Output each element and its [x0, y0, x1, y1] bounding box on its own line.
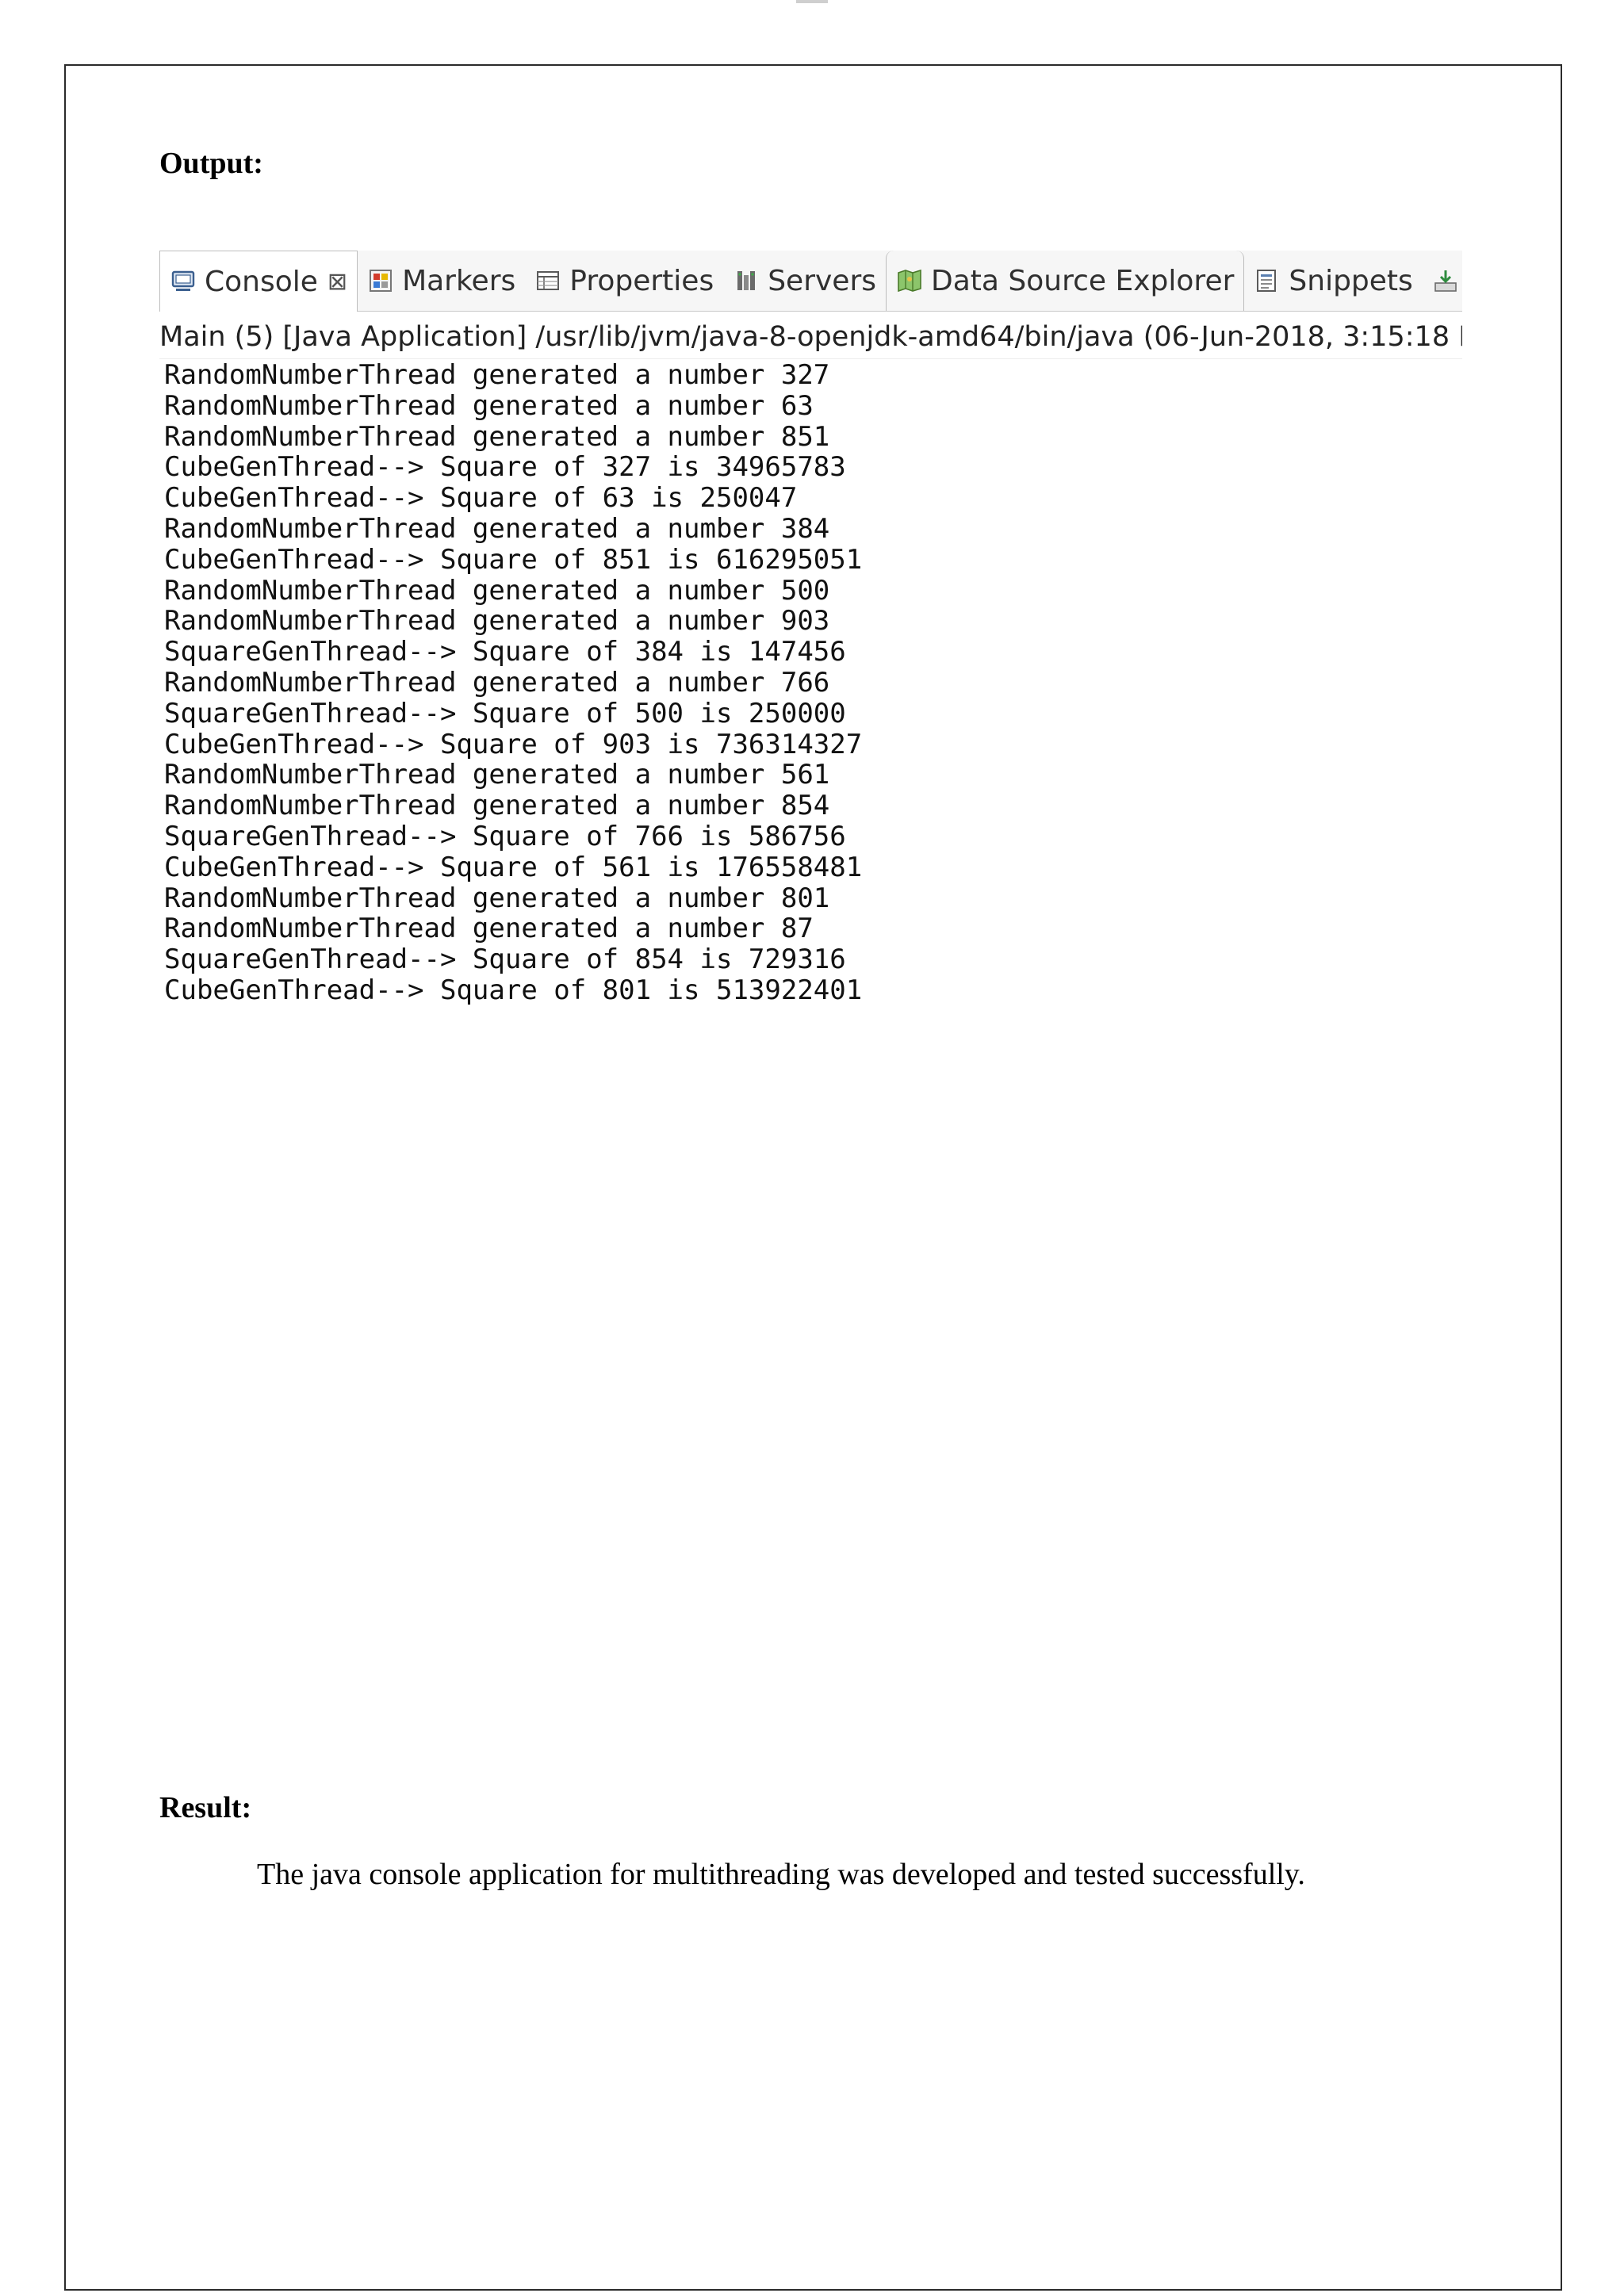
console-line: RandomNumberThread generated a number 32… [164, 359, 830, 391]
console-line: CubeGenThread--> Square of 801 is 513922… [164, 974, 863, 1006]
console-line: RandomNumberThread generated a number 50… [164, 574, 830, 607]
tab-data-source-explorer[interactable]: Data Source Explorer [886, 251, 1245, 311]
result-text: The java console application for multith… [257, 1858, 1305, 1891]
console-line: SquareGenThread--> Square of 854 is 7293… [164, 944, 846, 976]
console-line: RandomNumberThread generated a number 87 [164, 913, 814, 945]
console-icon [171, 270, 195, 291]
git-icon [1434, 270, 1457, 292]
console-line: CubeGenThread--> Square of 63 is 250047 [164, 482, 798, 515]
tab-markers[interactable]: Markers [358, 251, 525, 311]
tab-servers-label: Servers [768, 264, 877, 297]
console-line: CubeGenThread--> Square of 327 is 349657… [164, 451, 846, 484]
tab-properties[interactable]: Properties [525, 251, 723, 311]
snippets-icon [1257, 270, 1277, 292]
tab-properties-label: Properties [569, 264, 714, 297]
result-heading: Result: [159, 1791, 252, 1824]
tab-snippets[interactable]: Snippets [1244, 251, 1422, 311]
tab-data-source-explorer-label: Data Source Explorer [931, 264, 1235, 297]
console-line: CubeGenThread--> Square of 903 is 736314… [164, 728, 863, 760]
console-output[interactable]: RandomNumberThread generated a number 32… [164, 360, 862, 1006]
data-source-explorer-icon [898, 269, 921, 293]
console-line: RandomNumberThread generated a number 76… [164, 666, 830, 699]
launch-configuration-line: Main (5) [Java Application] /usr/lib/jvm… [159, 319, 1462, 359]
console-line: RandomNumberThread generated a number 90… [164, 605, 830, 637]
page-header-mark [796, 0, 828, 3]
console-line: CubeGenThread--> Square of 851 is 616295… [164, 543, 863, 576]
console-line: RandomNumberThread generated a number 80… [164, 882, 830, 914]
eclipse-console-screenshot: Console ⊠ Markers Properties Servers Dat… [159, 251, 1462, 1012]
console-line: RandomNumberThread generated a number 56… [164, 759, 830, 791]
console-line: RandomNumberThread generated a number 85… [164, 420, 830, 453]
output-heading: Output: [159, 147, 263, 180]
console-line: CubeGenThread--> Square of 561 is 176558… [164, 851, 863, 883]
servers-icon [737, 271, 756, 290]
markers-icon [370, 270, 393, 292]
console-line: SquareGenThread--> Square of 500 is 2500… [164, 697, 846, 729]
tab-console[interactable]: Console ⊠ [159, 251, 358, 312]
tab-snippets-label: Snippets [1289, 264, 1413, 297]
tab-console-label: Console [205, 265, 318, 298]
console-line: RandomNumberThread generated a number 63 [164, 389, 814, 422]
console-line: SquareGenThread--> Square of 766 is 5867… [164, 820, 846, 852]
console-line: RandomNumberThread generated a number 38… [164, 512, 830, 545]
console-line: RandomNumberThread generated a number 85… [164, 790, 830, 822]
properties-icon [537, 271, 560, 290]
close-icon[interactable]: ⊠ [327, 268, 347, 296]
tab-servers[interactable]: Servers [723, 251, 886, 311]
tab-git[interactable]: G [1423, 251, 1462, 311]
tab-markers-label: Markers [402, 264, 516, 297]
view-tab-bar: Console ⊠ Markers Properties Servers Dat… [159, 251, 1462, 312]
console-line: SquareGenThread--> Square of 384 is 1474… [164, 636, 846, 668]
